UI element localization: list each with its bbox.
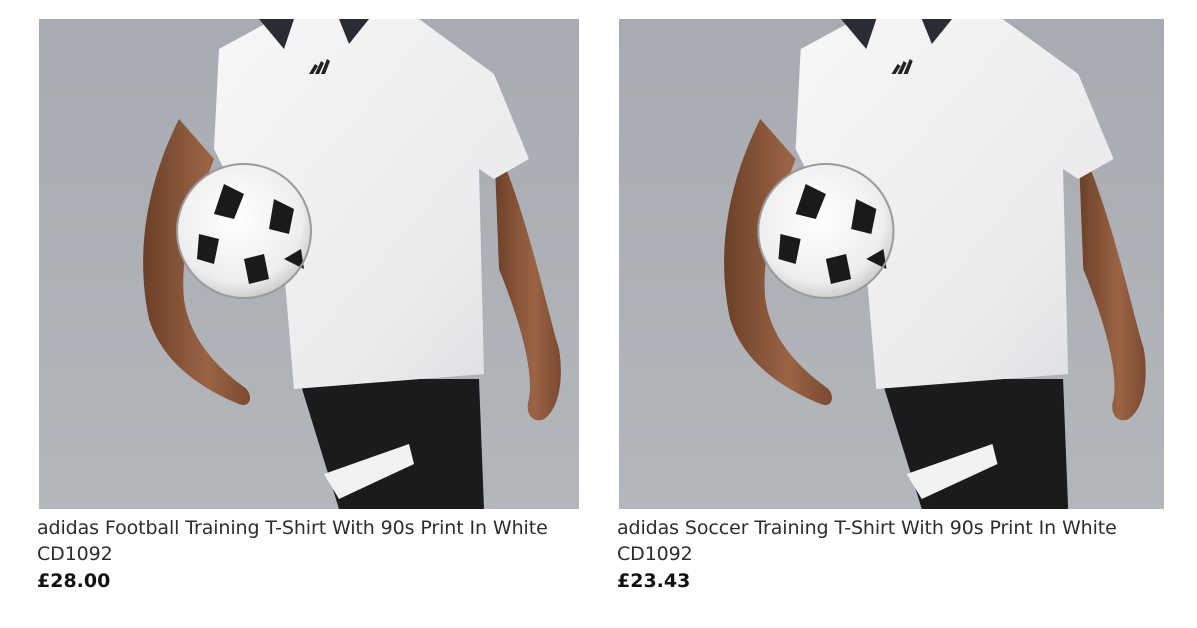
product-image[interactable] xyxy=(39,19,579,509)
product-image[interactable] xyxy=(619,19,1164,509)
product-grid: adidas Football Training T-Shirt With 90… xyxy=(0,0,1197,628)
product-price: £28.00 xyxy=(37,570,111,592)
product-title[interactable]: adidas Football Training T-Shirt With 90… xyxy=(37,515,579,567)
product-price: £23.43 xyxy=(617,570,691,592)
product-card[interactable]: adidas Football Training T-Shirt With 90… xyxy=(37,19,579,593)
product-card[interactable]: adidas Soccer Training T-Shirt With 90s … xyxy=(617,19,1164,593)
product-title[interactable]: adidas Soccer Training T-Shirt With 90s … xyxy=(617,515,1164,567)
